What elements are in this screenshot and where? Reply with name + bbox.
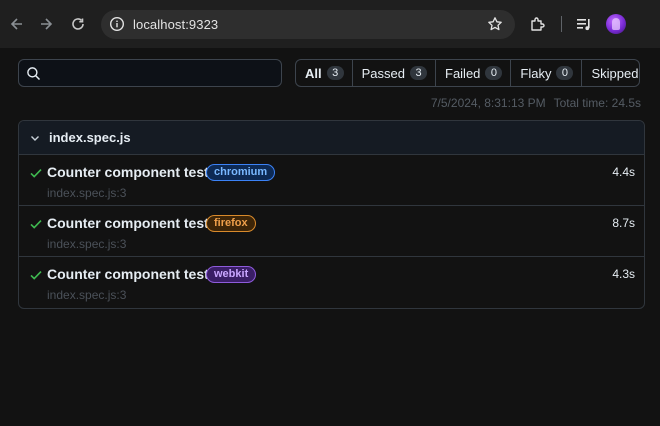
run-metadata: 7/5/2024, 8:31:13 PM Total time: 24.5s <box>431 96 641 110</box>
filter-passed-label: Passed <box>361 65 405 81</box>
back-arrow-icon[interactable] <box>7 14 27 34</box>
passed-check-icon <box>30 271 42 280</box>
toolbar-separator <box>561 16 562 32</box>
forward-arrow-icon[interactable] <box>36 14 56 34</box>
filter-skipped-label: Skipped <box>591 65 639 81</box>
filter-passed[interactable]: Passed 3 <box>353 60 436 86</box>
test-row[interactable]: Counter component test firefox index.spe… <box>19 206 644 257</box>
project-tag-webkit[interactable]: webkit <box>206 266 257 283</box>
test-file-group: index.spec.js Counter component test chr… <box>18 120 645 309</box>
test-title[interactable]: Counter component test <box>47 215 209 231</box>
filter-flaky-label: Flaky <box>520 65 552 81</box>
search-icon <box>27 67 41 81</box>
test-location: index.spec.js:3 <box>47 288 127 302</box>
filter-failed[interactable]: Failed 0 <box>436 60 512 86</box>
test-file-header[interactable]: index.spec.js <box>19 121 644 155</box>
filter-flaky[interactable]: Flaky 0 <box>511 60 583 86</box>
site-info-icon[interactable] <box>109 16 125 32</box>
status-filter-bar: All 3 Passed 3 Failed 0 Flaky 0 Skipped … <box>295 59 640 87</box>
project-tag-firefox[interactable]: firefox <box>206 215 256 232</box>
test-row[interactable]: Counter component test webkit index.spec… <box>19 257 644 308</box>
search-input[interactable] <box>49 63 274 83</box>
extensions-icon[interactable] <box>529 15 547 33</box>
search-box[interactable] <box>18 59 282 87</box>
url-text[interactable]: localhost:9323 <box>133 17 218 32</box>
filter-passed-count: 3 <box>410 66 427 80</box>
passed-check-icon <box>30 169 42 178</box>
browser-toolbar: localhost:9323 <box>0 0 660 48</box>
bookmark-star-icon[interactable] <box>487 16 503 32</box>
total-time: Total time: 24.5s <box>553 96 641 110</box>
media-queue-icon[interactable] <box>575 15 593 33</box>
test-duration: 4.4s <box>612 165 635 179</box>
run-timestamp: 7/5/2024, 8:31:13 PM <box>430 96 546 110</box>
test-file-name: index.spec.js <box>49 130 131 145</box>
filter-failed-count: 0 <box>485 66 503 80</box>
test-location: index.spec.js:3 <box>47 237 127 251</box>
chevron-down-icon[interactable] <box>29 132 41 144</box>
filter-all-count: 3 <box>326 66 344 80</box>
filter-all-label: All <box>305 65 322 81</box>
filter-failed-label: Failed <box>445 65 481 81</box>
address-bar[interactable]: localhost:9323 <box>101 10 515 39</box>
profile-avatar-icon[interactable] <box>606 14 626 34</box>
test-title[interactable]: Counter component test <box>47 164 209 180</box>
test-duration: 8.7s <box>612 216 635 230</box>
reload-icon[interactable] <box>68 14 88 34</box>
filter-skipped[interactable]: Skipped 0 <box>582 60 639 86</box>
test-location: index.spec.js:3 <box>47 186 127 200</box>
project-tag-chromium[interactable]: chromium <box>206 164 276 181</box>
filter-all[interactable]: All 3 <box>296 60 353 86</box>
filter-flaky-count: 0 <box>556 66 574 80</box>
test-row[interactable]: Counter component test chromium index.sp… <box>19 155 644 206</box>
test-duration: 4.3s <box>612 267 635 281</box>
test-title[interactable]: Counter component test <box>47 266 209 282</box>
passed-check-icon <box>30 220 42 229</box>
